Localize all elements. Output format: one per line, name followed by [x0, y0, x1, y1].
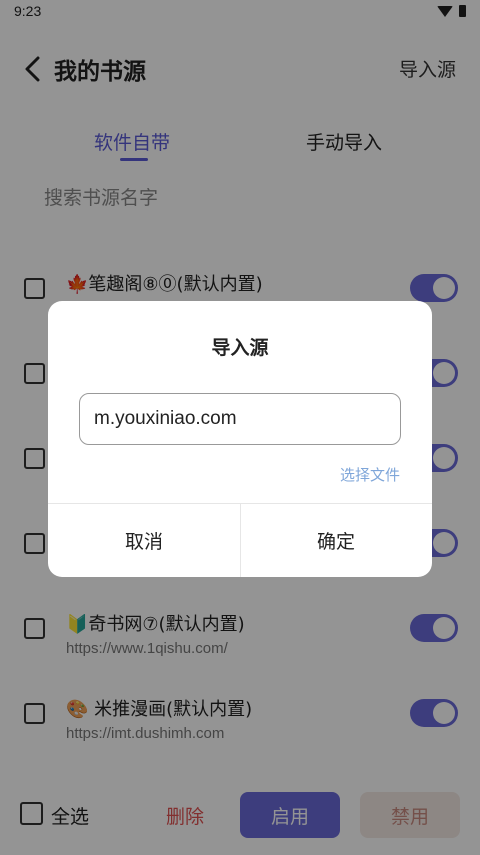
- cancel-button[interactable]: 取消: [48, 504, 240, 577]
- choose-file-link[interactable]: 选择文件: [340, 464, 400, 485]
- source-url-input[interactable]: [79, 393, 401, 445]
- dialog-title: 导入源: [211, 337, 269, 359]
- import-source-dialog: 导入源 选择文件 取消 确定: [48, 301, 432, 577]
- confirm-button[interactable]: 确定: [240, 504, 432, 577]
